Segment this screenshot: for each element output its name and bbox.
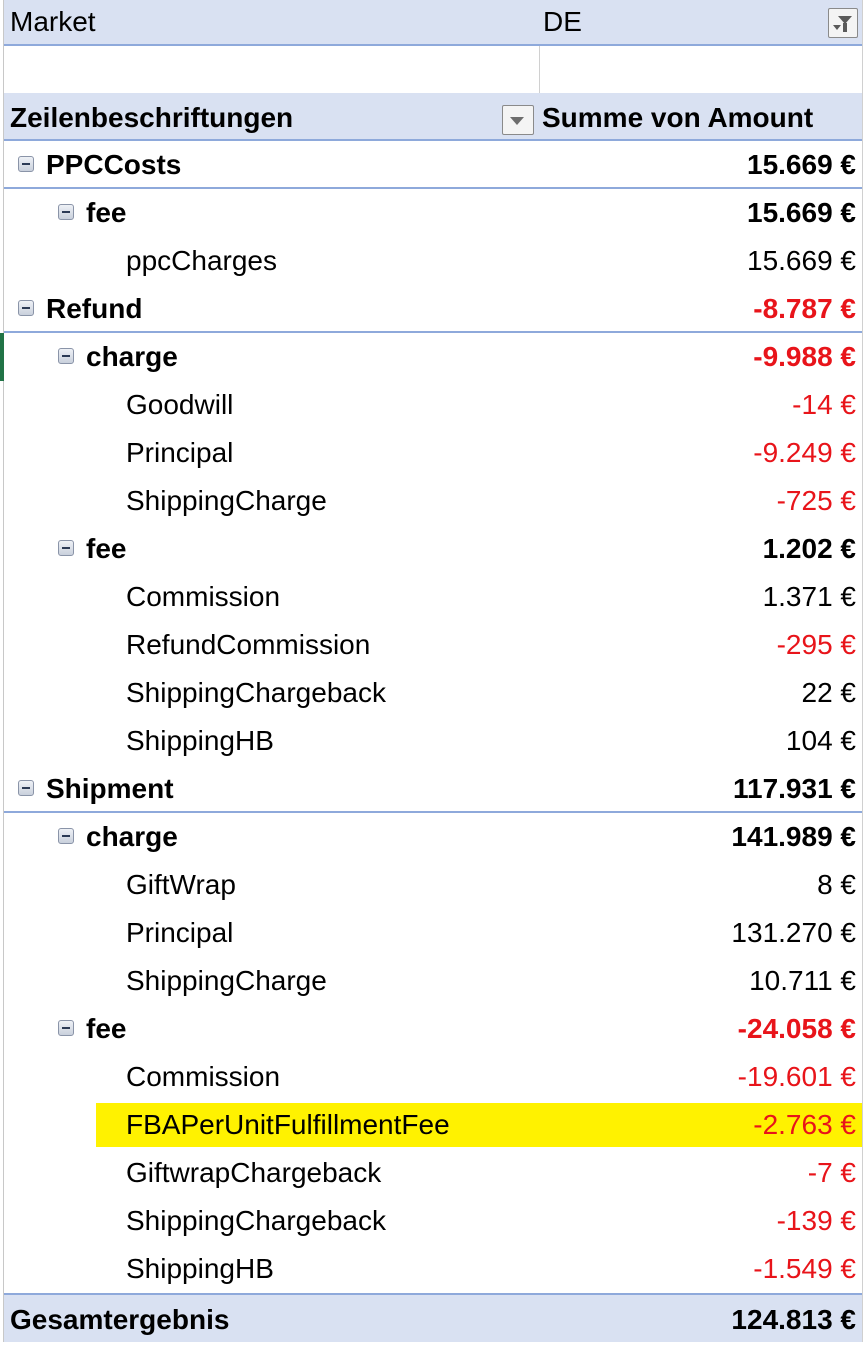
row-label: charge — [86, 821, 178, 852]
pivot-item-row[interactable]: ShippingCharge -725 € — [4, 477, 862, 525]
pivot-table: Market DE Zeilenbeschriftungen Summe von… — [0, 0, 866, 1342]
collapse-icon[interactable] — [58, 204, 74, 220]
pivot-item-row[interactable]: Goodwill -14 € — [4, 381, 862, 429]
row-value: -14 € — [792, 389, 856, 420]
collapse-icon[interactable] — [18, 780, 34, 796]
row-value: 8 € — [817, 869, 856, 900]
pivot-item-row[interactable]: ppcCharges 15.669 € — [4, 237, 862, 285]
collapse-icon[interactable] — [18, 156, 34, 172]
row-value: 117.931 € — [732, 773, 856, 804]
row-value: 1.202 € — [762, 533, 856, 564]
row-label: Goodwill — [126, 389, 234, 420]
row-value: -139 € — [776, 1205, 856, 1236]
filter-field-value[interactable]: DE — [543, 0, 582, 44]
row-value: -7 € — [807, 1157, 856, 1188]
collapse-icon[interactable] — [58, 540, 74, 556]
pivot-item-row[interactable]: GiftwrapChargeback -7 € — [4, 1149, 862, 1197]
row-label: ShippingCharge — [126, 485, 327, 516]
row-value: 15.669 € — [747, 149, 856, 180]
row-label: fee — [86, 533, 127, 564]
row-value: 141.989 € — [731, 821, 856, 852]
row-label: GiftWrap — [126, 869, 236, 900]
pivot-group-row[interactable]: PPCCosts 15.669 € — [4, 141, 862, 189]
row-value: 15.669 € — [747, 245, 856, 276]
row-value: -8.787 € — [753, 293, 856, 324]
dropdown-arrow-icon[interactable] — [502, 105, 534, 135]
pivot-item-row[interactable]: Commission 1.371 € — [4, 573, 862, 621]
pivot-item-row[interactable]: RefundCommission -295 € — [4, 621, 862, 669]
row-value: 131.270 € — [731, 917, 856, 948]
blank-row — [4, 46, 862, 93]
values-header: Summe von Amount — [542, 102, 814, 133]
pivot-item-row[interactable]: Principal -9.249 € — [4, 429, 862, 477]
collapse-icon[interactable] — [58, 828, 74, 844]
pivot-item-row[interactable]: ShippingHB 104 € — [4, 717, 862, 765]
row-label: fee — [86, 197, 127, 228]
row-label: ShippingCharge — [126, 965, 327, 996]
row-label: Principal — [126, 917, 234, 948]
pivot-item-row[interactable]: Principal 131.270 € — [4, 909, 862, 957]
pivot-subgroup-row[interactable]: fee 1.202 € — [4, 525, 862, 573]
row-value: -9.988 € — [753, 341, 856, 372]
row-label: ShippingChargeback — [126, 1205, 386, 1236]
row-value: 15.669 € — [747, 197, 856, 228]
row-label: ShippingHB — [126, 725, 274, 756]
selected-cell-indicator — [0, 333, 4, 381]
collapse-icon[interactable] — [18, 300, 34, 316]
row-value: 104 € — [785, 725, 856, 756]
row-label: Refund — [46, 293, 143, 324]
row-label: PPCCosts — [46, 149, 182, 180]
grid-line-right — [862, 0, 863, 1342]
pivot-subgroup-row[interactable]: charge 141.989 € — [4, 813, 862, 861]
pivot-item-row[interactable]: ShippingCharge 10.711 € — [4, 957, 862, 1005]
row-label: Commission — [126, 581, 281, 612]
filter-field-label: Market — [10, 6, 96, 37]
row-label: ShippingChargeback — [126, 677, 386, 708]
row-label: FBAPerUnitFulfillmentFee — [126, 1109, 450, 1140]
row-label: Commission — [126, 1061, 281, 1092]
pivot-group-row[interactable]: Refund -8.787 € — [4, 285, 862, 333]
row-label: RefundCommission — [126, 629, 371, 660]
row-label: Principal — [126, 437, 234, 468]
row-label: ShippingHB — [126, 1253, 274, 1284]
pivot-subgroup-row[interactable]: charge -9.988 € — [4, 333, 862, 381]
row-value: 10.711 € — [749, 965, 856, 996]
grand-total-value: 124.813 € — [731, 1304, 856, 1335]
collapse-icon[interactable] — [58, 348, 74, 364]
pivot-item-row[interactable]: Commission -19.601 € — [4, 1053, 862, 1101]
grand-total-label: Gesamtergebnis — [10, 1304, 230, 1335]
row-label: Shipment — [46, 773, 174, 804]
pivot-item-row[interactable]: ShippingHB -1.549 € — [4, 1245, 862, 1293]
row-value: 22 € — [801, 677, 857, 708]
column-divider — [539, 46, 540, 93]
row-value: -295 € — [776, 629, 856, 660]
row-labels-header: Zeilenbeschriftungen — [10, 102, 294, 133]
row-value: -24.058 € — [737, 1013, 856, 1044]
pivot-item-row[interactable]: GiftWrap 8 € — [4, 861, 862, 909]
collapse-icon[interactable] — [58, 1020, 74, 1036]
pivot-item-row[interactable]: FBAPerUnitFulfillmentFee -2.763 € — [4, 1101, 862, 1149]
row-label: ppcCharges — [126, 245, 277, 276]
row-value: -725 € — [776, 485, 856, 516]
row-value: -1.549 € — [753, 1253, 856, 1284]
row-value: -9.249 € — [753, 437, 856, 468]
pivot-subgroup-row[interactable]: fee -24.058 € — [4, 1005, 862, 1053]
row-label: GiftwrapChargeback — [126, 1157, 382, 1188]
pivot-item-row[interactable]: ShippingChargeback 22 € — [4, 669, 862, 717]
filter-row: Market DE — [4, 0, 862, 46]
filter-applied-icon[interactable] — [828, 8, 858, 38]
pivot-subgroup-row[interactable]: fee 15.669 € — [4, 189, 862, 237]
row-label: fee — [86, 1013, 127, 1044]
pivot-group-row[interactable]: Shipment 117.931 € — [4, 765, 862, 813]
pivot-header-row: Zeilenbeschriftungen Summe von Amount — [4, 93, 862, 141]
row-value: 1.371 € — [762, 581, 856, 612]
row-label: charge — [86, 341, 178, 372]
pivot-item-row[interactable]: ShippingChargeback -139 € — [4, 1197, 862, 1245]
row-value: -2.763 € — [753, 1109, 856, 1140]
row-value: -19.601 € — [737, 1061, 856, 1092]
grand-total-row: Gesamtergebnis 124.813 € — [4, 1293, 862, 1342]
